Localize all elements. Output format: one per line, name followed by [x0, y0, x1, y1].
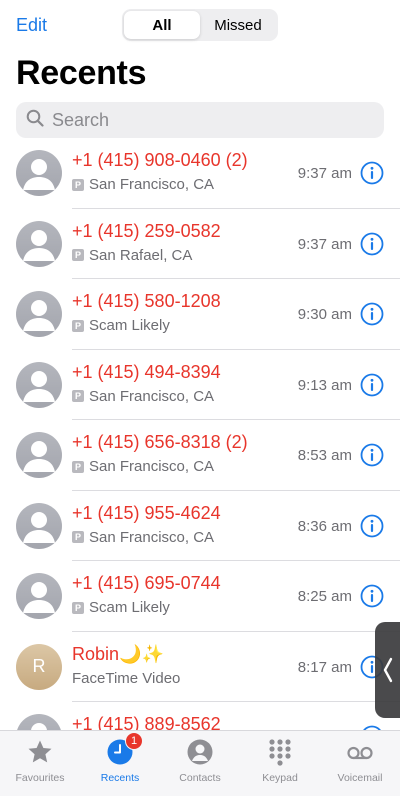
info-icon[interactable]	[360, 302, 384, 326]
call-time: 9:37 am	[297, 235, 352, 253]
notification-badge: 1	[125, 732, 143, 750]
recents-list: +1 (415) 908-0460 (2) P San Francisco, CA…	[0, 138, 400, 773]
call-row[interactable]: +1 (415) 494-8394 P San Francisco, CA 9:1…	[0, 350, 400, 420]
person-silhouette-icon	[23, 300, 55, 331]
call-time: 9:30 am	[297, 306, 352, 323]
voicemail-icon	[347, 746, 373, 760]
caller-location: San Francisco, CA	[89, 387, 215, 405]
segment-missed[interactable]: Missed	[200, 11, 276, 39]
call-row[interactable]: R Robin🌙✨ FaceTime Video 8:17 am	[0, 632, 400, 702]
person-silhouette-icon	[23, 159, 55, 190]
side-drawer-handle[interactable]	[375, 622, 400, 718]
tab-bar: Favourites 1 Recents Contacts Keypad Voi…	[0, 730, 400, 796]
person-circle-icon	[187, 739, 213, 765]
caller-name: +1 (415) 695-0744	[72, 573, 221, 593]
call-row[interactable]: +1 (415) 656-8318 (2) P San Francisco, CA…	[0, 420, 400, 491]
avatar	[16, 150, 62, 196]
person-silhouette-icon	[23, 441, 55, 472]
call-time: 9:13 am	[297, 376, 352, 394]
call-time: 9:37 am	[297, 165, 352, 182]
tab-label: Voicemail	[337, 772, 383, 784]
tab-label: Contacts	[179, 772, 221, 784]
nav-bar: Edit All Missed	[0, 0, 400, 50]
chevron-left-icon	[383, 657, 392, 683]
avatar	[16, 502, 62, 549]
avatar	[16, 220, 62, 267]
tab-voicemail[interactable]: Voicemail	[320, 731, 400, 796]
search-bar[interactable]	[16, 102, 384, 138]
caller-location: Scam Likely	[89, 317, 170, 334]
caller-name: +1 (415) 494-8394	[72, 361, 221, 382]
edit-button[interactable]: Edit	[16, 15, 47, 36]
label-badge: P	[72, 390, 84, 402]
call-time: 8:17 am	[297, 658, 352, 676]
caller-name: +1 (415) 656-8318 (2)	[72, 432, 248, 452]
filter-segmented-control: All Missed	[122, 9, 278, 41]
label-badge: P	[72, 531, 84, 543]
call-row[interactable]: +1 (415) 908-0460 (2) P San Francisco, CA…	[0, 138, 400, 209]
info-icon[interactable]	[360, 514, 384, 538]
page-title: Recents	[16, 54, 147, 92]
tab-favourites[interactable]: Favourites	[0, 731, 80, 796]
call-type: FaceTime Video	[72, 669, 181, 687]
search-input[interactable]	[52, 109, 352, 131]
person-silhouette-icon	[23, 582, 55, 613]
caller-location: San Francisco, CA	[89, 176, 215, 193]
search-icon	[26, 109, 44, 132]
avatar-initial: R	[16, 643, 62, 690]
label-badge: P	[72, 319, 84, 332]
avatar	[16, 432, 62, 478]
keypad-icon	[269, 739, 291, 766]
person-silhouette-icon	[23, 370, 55, 402]
avatar	[16, 361, 62, 408]
caller-name: +1 (415) 908-0460 (2)	[72, 150, 248, 170]
info-icon[interactable]	[360, 373, 384, 397]
star-icon	[28, 740, 52, 763]
avatar	[16, 573, 62, 619]
caller-location: Scam Likely	[89, 599, 170, 616]
info-icon[interactable]	[360, 161, 384, 185]
tab-label: Keypad	[262, 772, 298, 784]
label-badge: P	[72, 249, 84, 261]
person-silhouette-icon	[23, 229, 55, 261]
call-row[interactable]: +1 (415) 955-4624 P San Francisco, CA 8:3…	[0, 491, 400, 561]
call-row[interactable]: +1 (415) 259-0582 P San Rafael, CA 9:37 a…	[0, 209, 400, 279]
tab-label: Recents	[100, 772, 140, 784]
label-badge: P	[72, 460, 84, 473]
tab-recents[interactable]: 1 Recents	[80, 731, 160, 796]
person-silhouette-icon	[23, 511, 55, 543]
caller-name: +1 (415) 580-1208	[72, 291, 221, 311]
call-time: 8:25 am	[297, 588, 352, 605]
tab-keypad[interactable]: Keypad	[240, 731, 320, 796]
caller-location: San Francisco, CA	[89, 458, 215, 475]
call-row[interactable]: +1 (415) 580-1208 P Scam Likely 9:30 am	[0, 279, 400, 350]
caller-location: San Francisco, CA	[89, 528, 215, 546]
caller-location: San Rafael, CA	[89, 246, 193, 264]
caller-name: Robin🌙✨	[72, 643, 164, 664]
label-badge: P	[72, 601, 84, 614]
avatar	[16, 291, 62, 337]
segment-all[interactable]: All	[124, 11, 200, 39]
caller-name: +1 (415) 259-0582	[72, 220, 221, 241]
info-icon[interactable]	[360, 584, 384, 608]
tab-label: Favourites	[15, 772, 65, 784]
caller-name: +1 (415) 955-4624	[72, 502, 221, 523]
tab-contacts[interactable]: Contacts	[160, 731, 240, 796]
label-badge: P	[72, 178, 84, 191]
call-row[interactable]: +1 (415) 695-0744 P Scam Likely 8:25 am	[0, 561, 400, 632]
call-time: 8:53 am	[297, 447, 352, 464]
info-icon[interactable]	[360, 443, 384, 467]
call-time: 8:36 am	[297, 517, 352, 535]
info-icon[interactable]	[360, 232, 384, 256]
